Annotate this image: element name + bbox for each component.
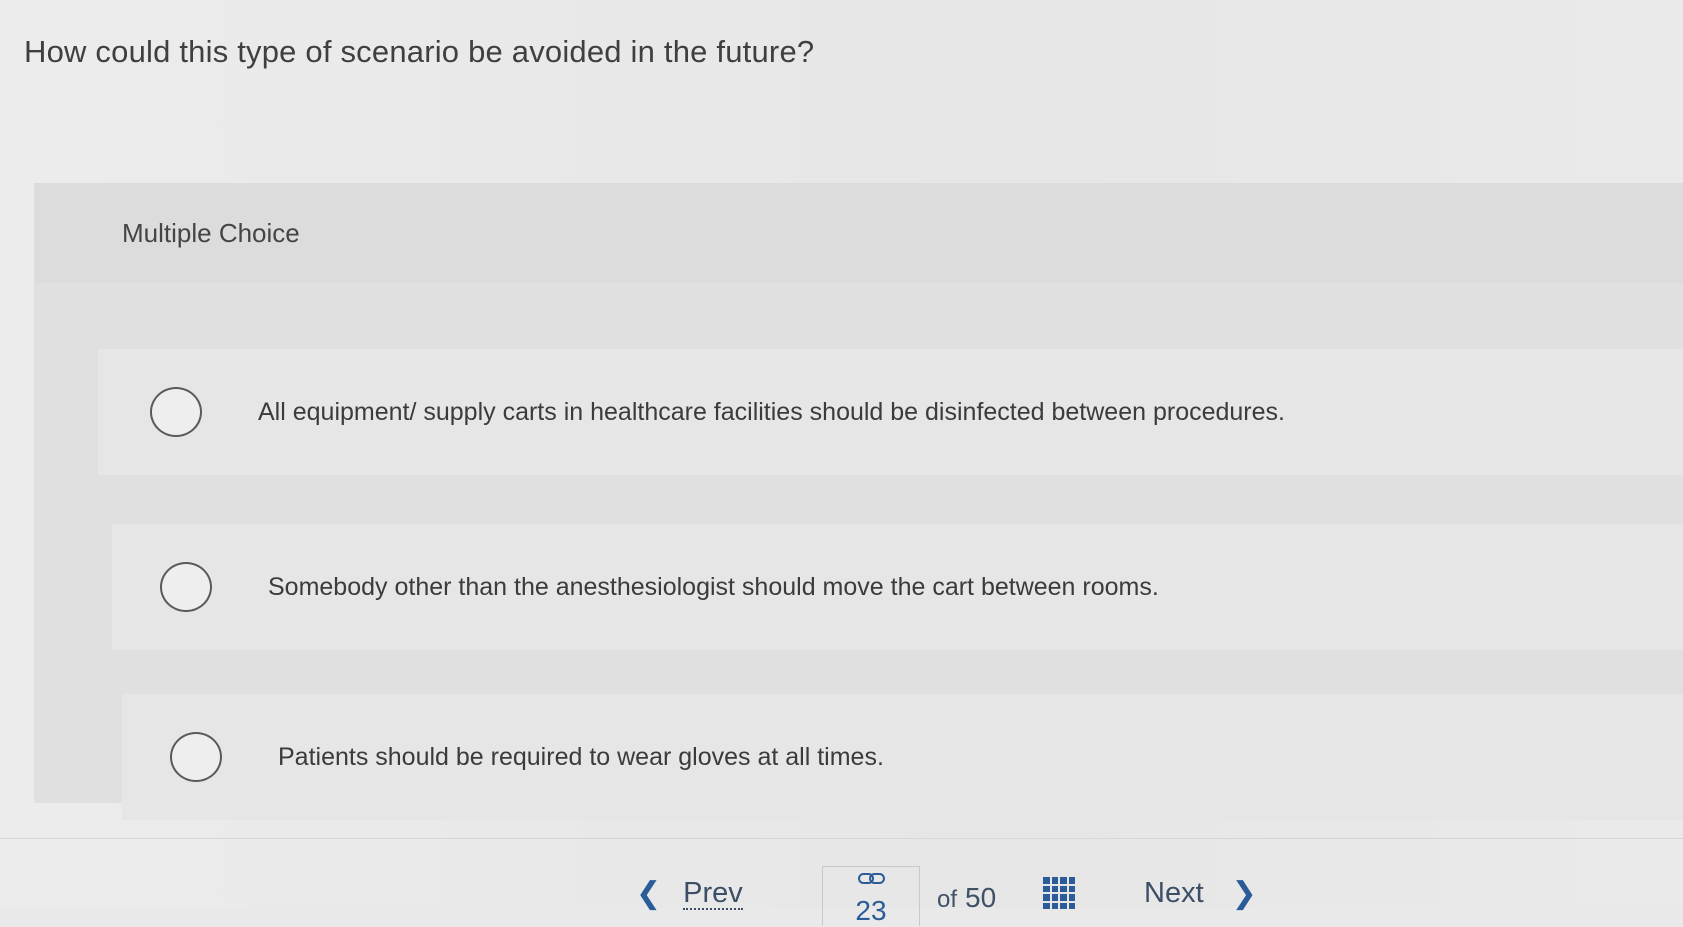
question-navigation: ❮ Prev 23 of 50 Next ❯ xyxy=(0,850,1683,926)
chevron-left-icon: ❮ xyxy=(636,877,662,910)
answer-option-3[interactable]: Patients should be required to wear glov… xyxy=(122,694,1683,820)
option-2-text: Somebody other than the anesthesiologist… xyxy=(268,572,1159,601)
prev-button[interactable]: ❮ Prev xyxy=(636,876,743,911)
prev-label: Prev xyxy=(683,876,743,910)
of-label: of xyxy=(937,886,958,913)
option-3-text: Patients should be required to wear glov… xyxy=(278,742,884,771)
current-page-number: 23 xyxy=(855,895,887,926)
answer-option-2[interactable]: Somebody other than the anesthesiologist… xyxy=(112,524,1683,650)
total-pages: 50 xyxy=(965,882,997,913)
radio-button-option-1[interactable] xyxy=(150,387,202,437)
radio-button-option-3[interactable] xyxy=(170,732,222,782)
grid-icon[interactable] xyxy=(1043,877,1075,909)
option-1-text: All equipment/ supply carts in healthcar… xyxy=(258,397,1285,426)
question-text: How could this type of scenario be avoid… xyxy=(24,34,815,69)
radio-button-option-2[interactable] xyxy=(160,562,212,612)
answer-option-1[interactable]: All equipment/ supply carts in healthcar… xyxy=(98,349,1683,475)
current-page-box[interactable]: 23 xyxy=(822,866,920,926)
next-label: Next xyxy=(1144,877,1204,909)
link-icon xyxy=(858,873,885,884)
page-total: of 50 xyxy=(937,882,996,914)
multiple-choice-header: Multiple Choice xyxy=(34,183,1683,283)
next-button[interactable]: Next ❯ xyxy=(1144,876,1257,911)
footer-divider xyxy=(0,838,1683,839)
chevron-right-icon: ❯ xyxy=(1231,877,1257,910)
multiple-choice-label: Multiple Choice xyxy=(122,218,300,248)
page: How could this type of scenario be avoid… xyxy=(0,0,1683,926)
